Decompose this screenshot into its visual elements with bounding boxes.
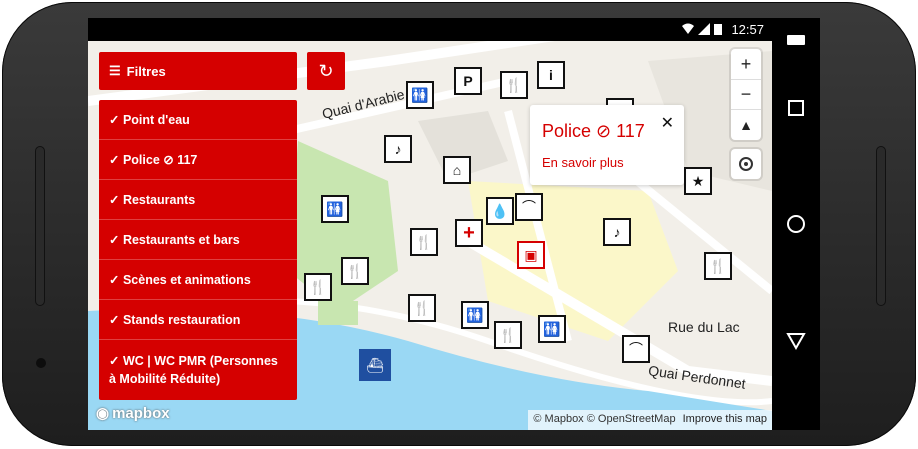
poi-popup: Police ⊘ 117 En savoir plus ✕ — [530, 105, 684, 185]
stage-icon[interactable]: ♪ — [603, 218, 631, 246]
status-bar: 12:57 — [88, 18, 772, 41]
police-icon[interactable]: ★ — [684, 167, 712, 195]
wifi-icon — [682, 23, 694, 34]
wc-icon[interactable]: 🚻 — [461, 301, 489, 329]
mapbox-icon: ◉ — [96, 405, 110, 422]
improve-map-link[interactable]: Improve this map — [683, 413, 767, 425]
front-camera — [36, 358, 46, 368]
reset-filters-button[interactable]: ↻ — [307, 52, 345, 90]
compass-button[interactable]: ▲ — [731, 109, 761, 139]
restaurant-icon[interactable]: 🍴 — [500, 71, 528, 99]
zoom-in-button[interactable]: + — [731, 49, 761, 79]
map-attribution: © Mapbox © OpenStreetMap Improve this ma… — [528, 410, 772, 430]
parking-icon[interactable]: P — [454, 67, 482, 95]
recents-icon[interactable] — [784, 96, 808, 120]
close-icon[interactable]: ✕ — [661, 113, 674, 133]
left-speaker — [35, 146, 45, 306]
refresh-icon: ↻ — [318, 60, 334, 81]
right-speaker — [876, 146, 886, 306]
keyboard-icon[interactable] — [784, 28, 808, 52]
restaurant-icon[interactable]: 🍴 — [304, 273, 332, 301]
restaurant-icon[interactable]: 🍴 — [704, 252, 732, 280]
battery-icon — [714, 24, 722, 35]
info-icon[interactable]: i — [537, 61, 565, 89]
zoom-out-button[interactable]: − — [731, 79, 761, 109]
zoom-controls: + − ▲ — [731, 49, 761, 140]
restaurant-icon[interactable]: 🍴 — [494, 321, 522, 349]
app-screen: 12:57 Quai d'Arabie Rue du Lac Quai Perd… — [88, 18, 772, 430]
back-icon[interactable] — [784, 328, 808, 352]
wc-icon[interactable]: 🚻 — [321, 195, 349, 223]
cloakroom-icon[interactable]: ⌒ — [515, 193, 543, 221]
clock: 12:57 — [731, 22, 764, 37]
street-rue-du-lac: Rue du Lac — [668, 319, 740, 335]
attribution-text[interactable]: © Mapbox © OpenStreetMap — [533, 413, 675, 425]
filter-item-restaurants-bars[interactable]: ✓ Restaurants et bars — [99, 220, 297, 260]
navigation-bar — [772, 18, 820, 430]
restaurant-icon[interactable]: 🍴 — [341, 257, 369, 285]
popup-more-link[interactable]: En savoir plus — [542, 155, 624, 170]
boat-icon[interactable]: ⛴ — [359, 349, 391, 381]
signal-icon — [698, 23, 710, 35]
restaurant-icon[interactable]: 🍴 — [408, 294, 436, 322]
cloakroom-icon[interactable]: ⌒ — [622, 335, 650, 363]
filter-item-restaurants[interactable]: ✓ Restaurants — [99, 180, 297, 220]
filter-item-police[interactable]: ✓ Police ⊘ 117 — [99, 140, 297, 180]
filter-item-point-eau[interactable]: ✓ Point d'eau — [99, 100, 297, 140]
filter-item-stands[interactable]: ✓ Stands restauration — [99, 300, 297, 340]
home-icon[interactable] — [784, 212, 808, 236]
first-aid-icon[interactable]: + — [455, 219, 483, 247]
mapbox-logo[interactable]: ◉ mapbox — [96, 404, 170, 423]
restaurant-icon[interactable]: 🍴 — [410, 228, 438, 256]
geolocate-button[interactable] — [731, 149, 761, 179]
bandstand-icon[interactable]: ▣ — [517, 241, 545, 269]
popup-title: Police ⊘ 117 — [542, 121, 645, 141]
filters-button-label: Filtres — [126, 63, 166, 79]
menu-icon: ☰ — [109, 63, 121, 78]
geolocate-icon — [739, 157, 753, 171]
water-point-icon[interactable]: 💧 — [486, 197, 514, 225]
filters-button[interactable]: ☰ Filtres — [99, 52, 297, 90]
wc-icon[interactable]: 🚻 — [406, 81, 434, 109]
filter-item-scenes[interactable]: ✓ Scènes et animations — [99, 260, 297, 300]
filter-item-wc[interactable]: ✓ WC | WC PMR (Personnes à Mobilité Rédu… — [99, 340, 297, 400]
stage-icon[interactable]: ♪ — [384, 135, 412, 163]
mapbox-wordmark: mapbox — [112, 404, 170, 422]
filters-list: ✓ Point d'eau ✓ Police ⊘ 117 ✓ Restauran… — [99, 100, 297, 400]
shop-icon[interactable]: ⌂ — [443, 156, 471, 184]
wc-icon[interactable]: 🚻 — [538, 315, 566, 343]
